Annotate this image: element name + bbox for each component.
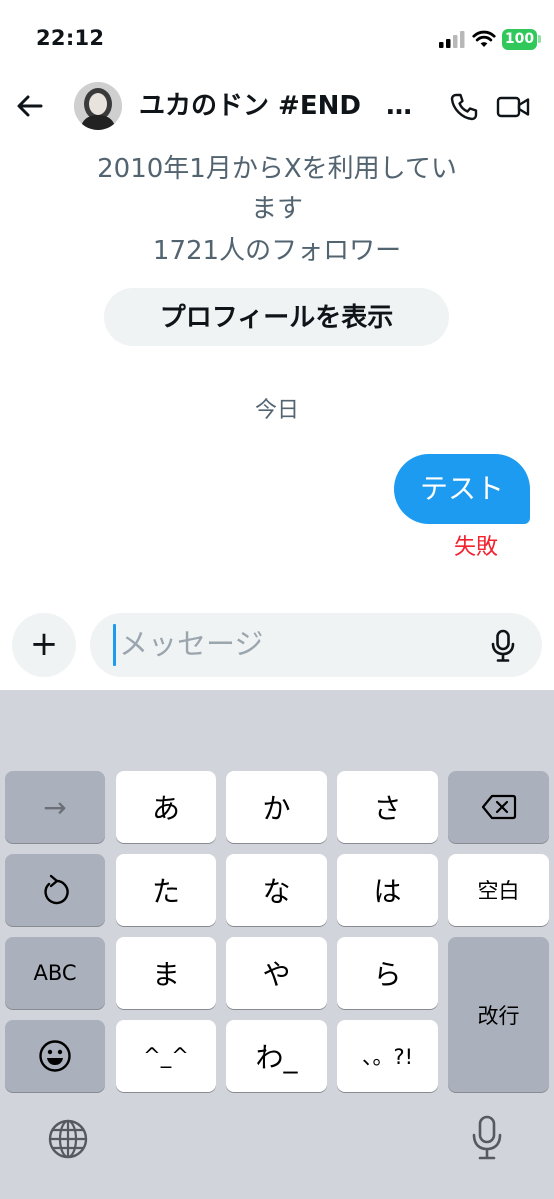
key-ka[interactable]: か (226, 771, 327, 843)
joined-date-text: 2010年1月からXを利用してい ます (40, 149, 514, 229)
key-abc[interactable]: ABC (5, 937, 105, 1009)
key-ma[interactable]: ま (116, 937, 216, 1009)
avatar[interactable] (74, 82, 122, 130)
message-input-placeholder: メッセージ (119, 627, 264, 661)
key-next-arrow[interactable]: → (5, 771, 105, 843)
battery-tip (538, 35, 541, 43)
key-punctuation[interactable]: 、。?! (337, 1020, 438, 1092)
joined-line-2: ます (250, 194, 303, 224)
joined-line-1: 2010年1月からXを利用してい (97, 154, 457, 184)
avatar-image (74, 82, 122, 130)
back-arrow-icon[interactable] (14, 90, 46, 122)
emoji-icon (39, 1040, 71, 1072)
delete-backspace-icon (481, 794, 516, 820)
key-ta[interactable]: た (116, 854, 216, 926)
cellular-signal-icon (439, 31, 465, 48)
key-sa[interactable]: さ (337, 771, 438, 843)
globe-icon[interactable] (47, 1118, 89, 1160)
key-wa[interactable]: わ_ (226, 1020, 327, 1092)
title-ellipsis: … (386, 87, 412, 125)
chat-title[interactable]: ユカのドン #END (139, 87, 424, 125)
key-kaomoji[interactable]: ^_^ (116, 1020, 216, 1092)
follower-count-text: 1721人のフォロワー (152, 236, 402, 266)
date-separator: 今日 (254, 398, 299, 423)
video-camera-icon[interactable] (496, 92, 530, 122)
key-ya[interactable]: や (226, 937, 327, 1009)
keyboard-microphone-icon[interactable] (470, 1115, 504, 1161)
key-space[interactable]: 空白 (448, 854, 549, 926)
key-a[interactable]: あ (116, 771, 216, 843)
undo-icon (44, 874, 69, 905)
key-enter[interactable]: 改行 (448, 937, 549, 1092)
key-delete[interactable] (448, 771, 549, 843)
key-na[interactable]: な (226, 854, 327, 926)
status-time: 22:12 (36, 26, 105, 50)
key-ha[interactable]: は (337, 854, 438, 926)
text-caret (113, 624, 116, 666)
view-profile-button[interactable]: プロフィールを表示 (104, 288, 449, 346)
key-emoji[interactable] (5, 1020, 105, 1092)
key-ra[interactable]: ら (337, 937, 438, 1009)
wifi-icon (472, 30, 496, 47)
add-attachment-button[interactable]: + (12, 613, 76, 677)
phone-icon[interactable] (448, 91, 480, 123)
message-bubble[interactable]: テスト (394, 454, 530, 524)
key-undo[interactable] (5, 854, 105, 926)
battery-indicator: 100 (502, 29, 537, 50)
message-failed-status[interactable]: 失敗 (454, 532, 498, 564)
microphone-icon[interactable] (490, 629, 516, 663)
